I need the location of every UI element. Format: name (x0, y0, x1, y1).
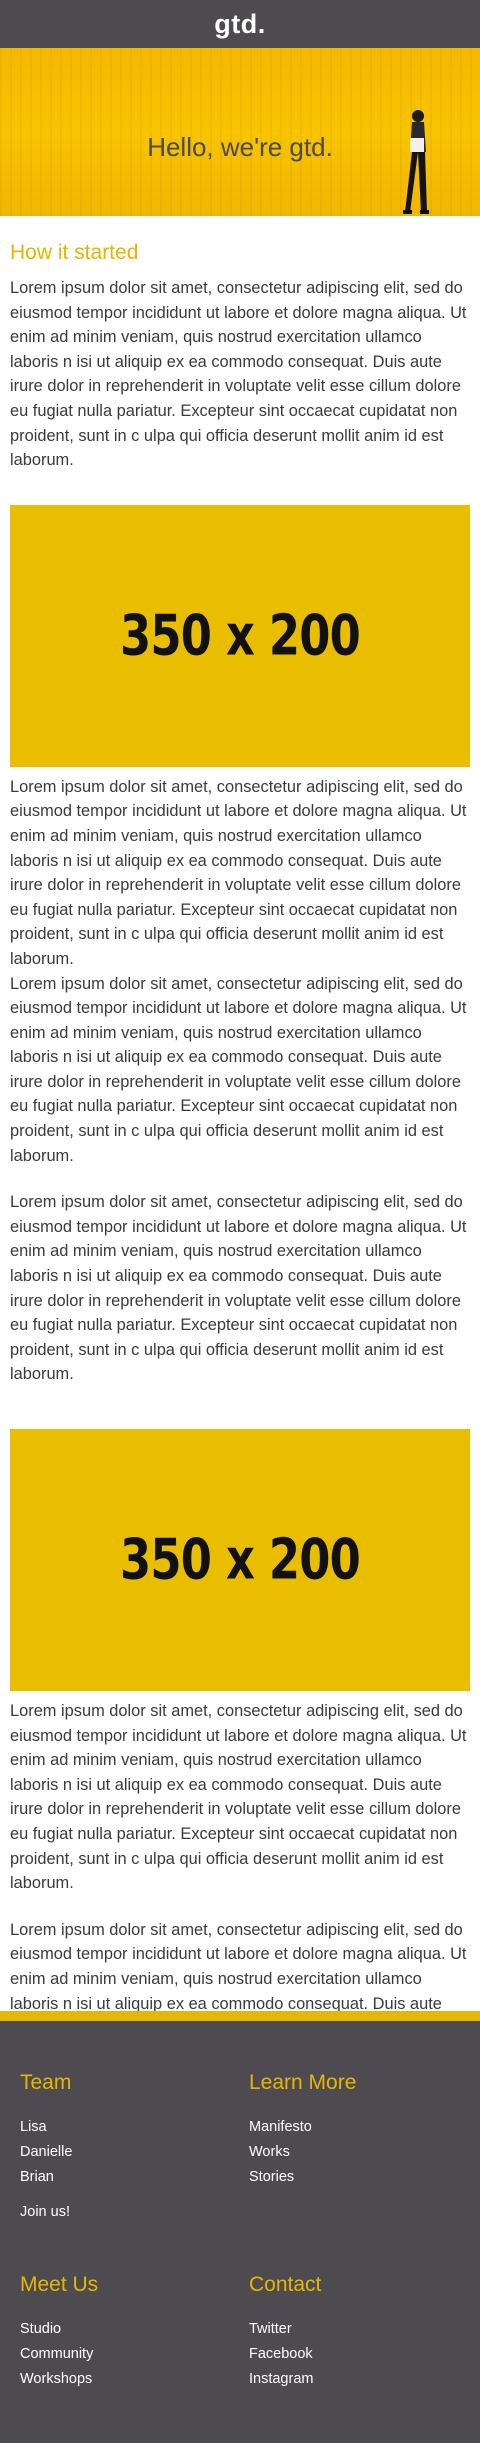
learn-more-item: Works (249, 2140, 469, 2165)
paragraph: Lorem ipsum dolor sit amet, consectetur … (10, 1193, 467, 1384)
footer-meet-us: Meet Us Studio Community Workshops (20, 2271, 240, 2392)
learn-more-item: Manifesto (249, 2115, 469, 2140)
footer-heading-contact: Contact (249, 2273, 322, 2296)
team-member-link[interactable]: Lisa (20, 2119, 47, 2135)
footer: Team Lisa Danielle Brian Join us! Learn … (0, 2021, 480, 2443)
footer-accent-stripe (0, 2011, 480, 2021)
placeholder-image: 350 x 200 (10, 1429, 470, 1691)
meet-us-list: Studio Community Workshops (20, 2317, 240, 2392)
footer-contact: Contact Twitter Facebook Instagram (249, 2271, 469, 2392)
paragraph: Lorem ipsum dolor sit amet, consectetur … (10, 974, 467, 1165)
footer-team: Team Lisa Danielle Brian Join us! (20, 2069, 240, 2220)
team-member: Danielle (20, 2140, 240, 2165)
meet-us-item: Community (20, 2342, 240, 2367)
person-illustration (403, 110, 429, 214)
contact-item: Instagram (249, 2367, 469, 2392)
placeholder-image-label: 350 x 200 (120, 603, 361, 669)
section-title: How it started (10, 241, 139, 264)
team-member-link[interactable]: Brian (20, 2169, 54, 2185)
team-member: Brian (20, 2165, 240, 2190)
footer-heading-learn-more: Learn More (249, 2071, 357, 2094)
facebook-link[interactable]: Facebook (249, 2346, 313, 2362)
meet-us-link[interactable]: Workshops (20, 2371, 92, 2387)
paragraph: Lorem ipsum dolor sit amet, consectetur … (10, 777, 467, 968)
meet-us-item: Studio (20, 2317, 240, 2342)
learn-more-link[interactable]: Stories (249, 2169, 294, 2185)
placeholder-image: 350 x 200 (10, 504, 470, 767)
contact-list: Twitter Facebook Instagram (249, 2317, 469, 2392)
learn-more-list: Manifesto Works Stories (249, 2115, 469, 2190)
footer-heading-meet-us: Meet Us (20, 2273, 99, 2296)
contact-item: Twitter (249, 2317, 469, 2342)
team-member-link[interactable]: Danielle (20, 2144, 72, 2160)
learn-more-item: Stories (249, 2165, 469, 2190)
brand-logo[interactable]: gtd. (214, 9, 265, 40)
team-list: Lisa Danielle Brian (20, 2115, 240, 2190)
instagram-link[interactable]: Instagram (249, 2371, 313, 2387)
hero-banner: Hello, we're gtd. (0, 48, 480, 216)
footer-learn-more: Learn More Manifesto Works Stories (249, 2069, 469, 2190)
placeholder-image-label: 350 x 200 (120, 1527, 361, 1593)
main-content: How it started Lorem ipsum dolor sit ame… (0, 216, 480, 2115)
join-us-link[interactable]: Join us! (20, 2204, 240, 2220)
meet-us-item: Workshops (20, 2367, 240, 2392)
twitter-link[interactable]: Twitter (249, 2321, 292, 2337)
learn-more-link[interactable]: Manifesto (249, 2119, 312, 2135)
footer-heading-team: Team (20, 2071, 72, 2094)
learn-more-link[interactable]: Works (249, 2144, 290, 2160)
page: gtd. Hello, we're gtd. How it started Lo… (0, 0, 480, 2443)
meet-us-link[interactable]: Studio (20, 2321, 61, 2337)
paragraph: Lorem ipsum dolor sit amet, consectetur … (10, 279, 467, 470)
paragraph: Lorem ipsum dolor sit amet, consectetur … (10, 1702, 467, 1893)
top-bar: gtd. (0, 0, 480, 48)
team-member: Lisa (20, 2115, 240, 2140)
meet-us-link[interactable]: Community (20, 2346, 93, 2362)
contact-item: Facebook (249, 2342, 469, 2367)
